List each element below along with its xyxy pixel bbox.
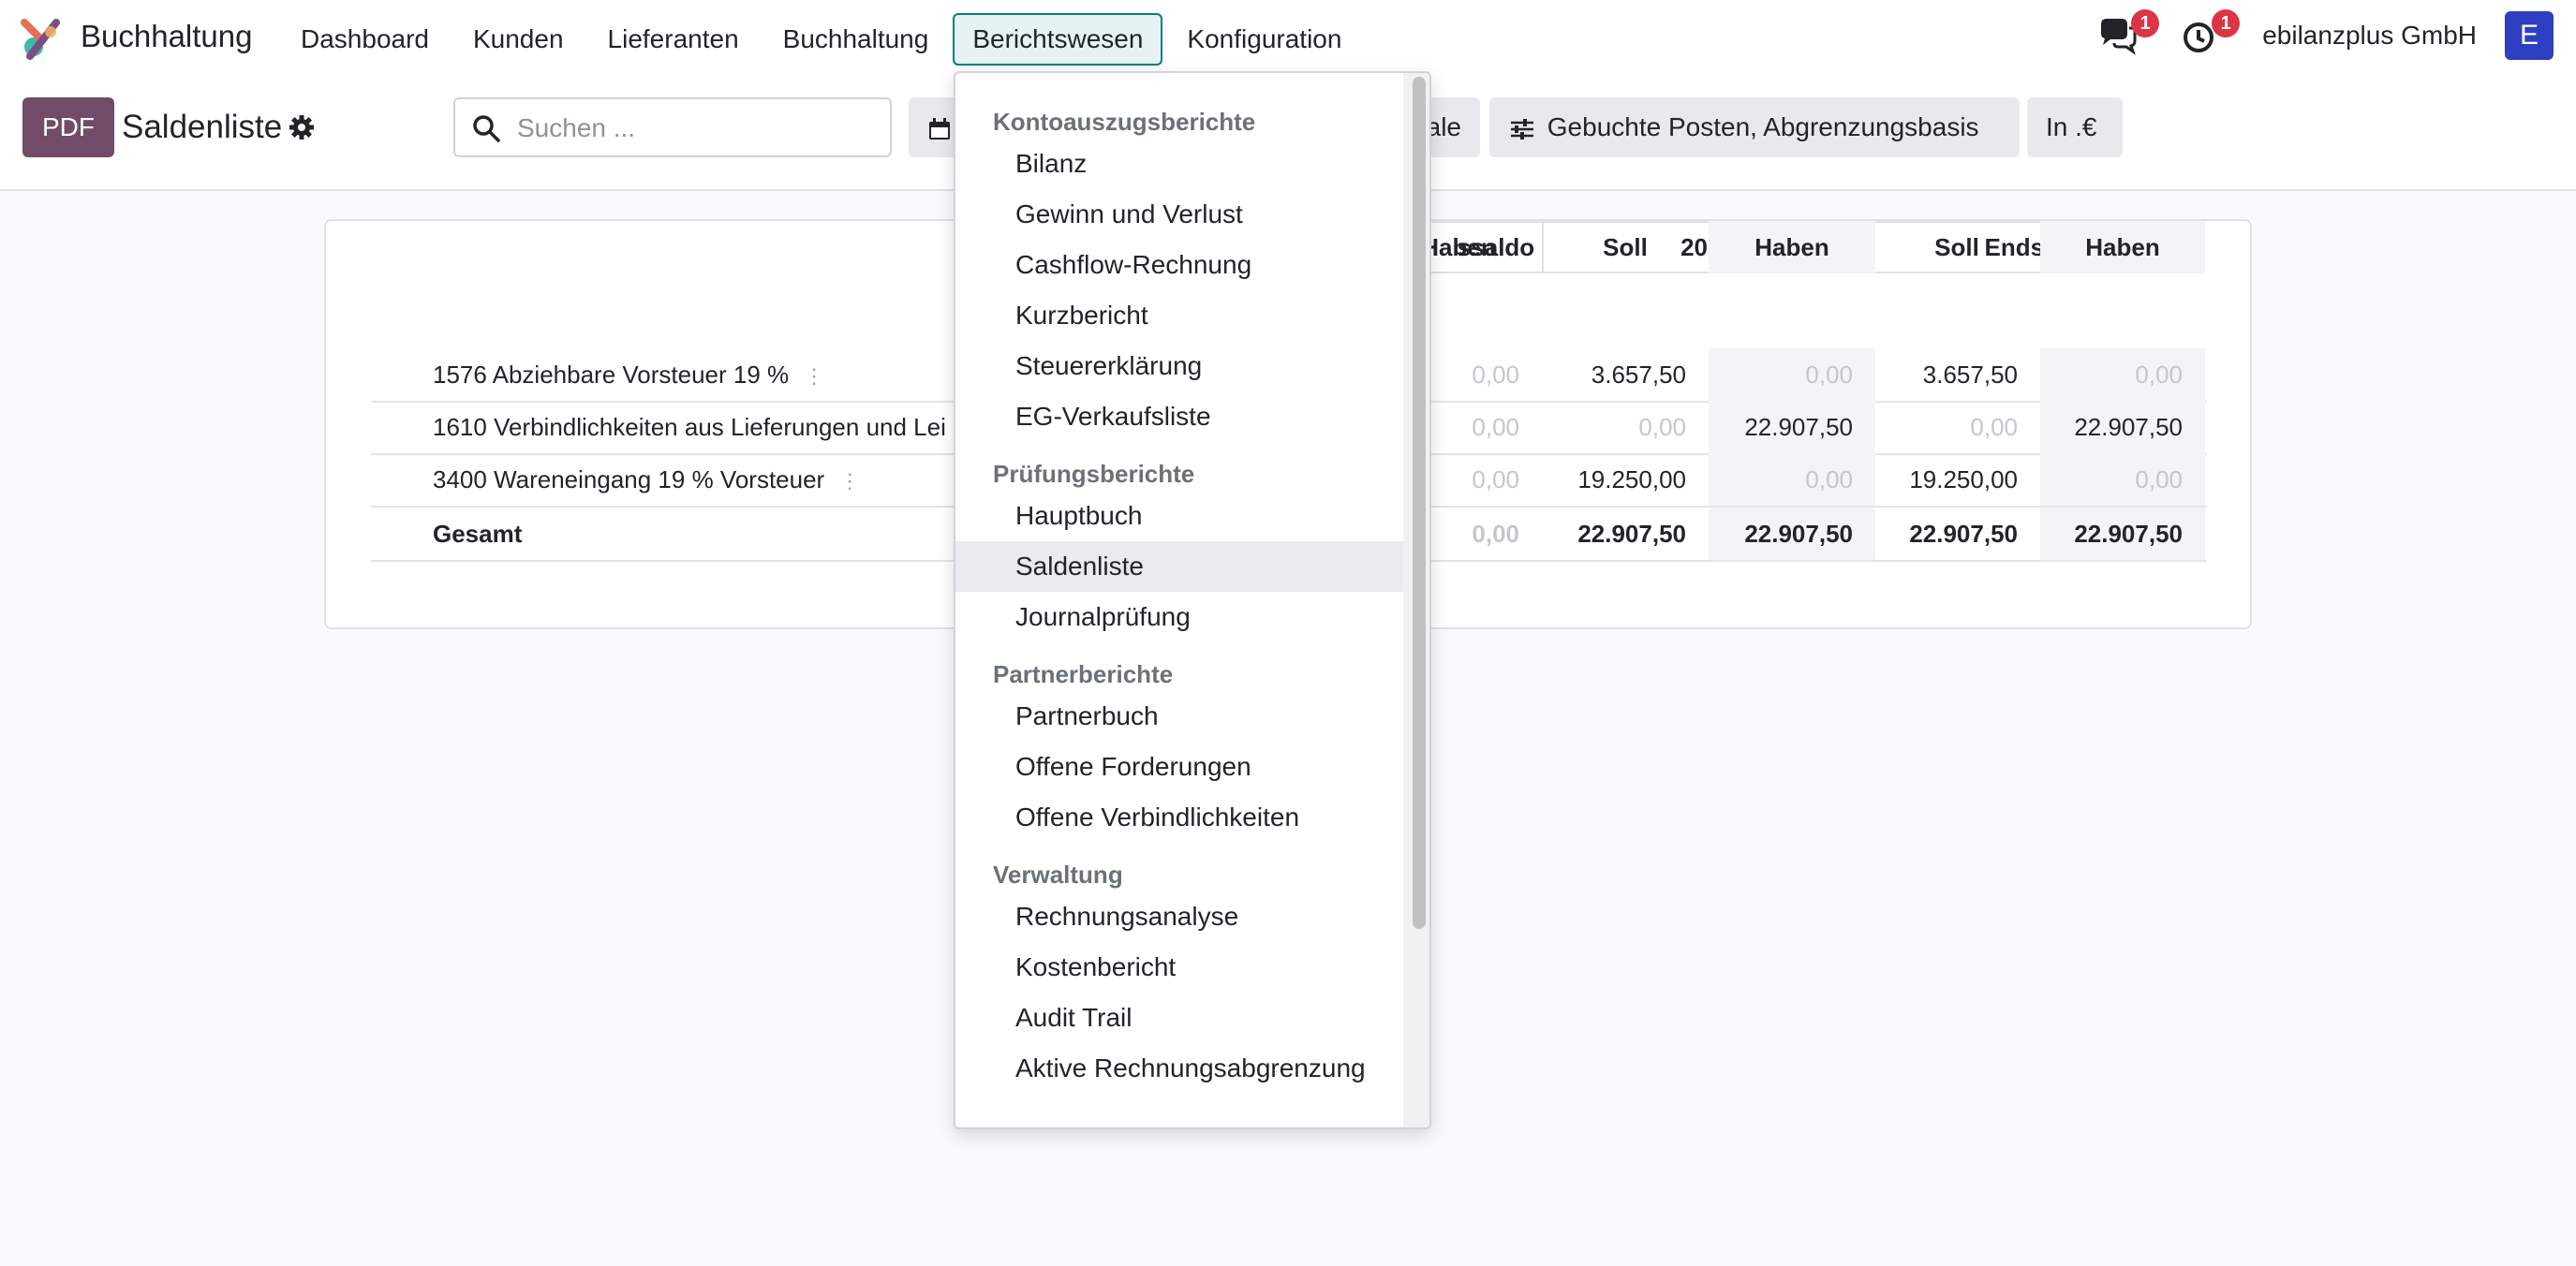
menu-buchhaltung[interactable]: Buchhaltung	[763, 13, 949, 66]
menu-item-journalpruefung[interactable]: Journalprüfung	[955, 592, 1403, 642]
navbar-systray: 1 1 ebilanzplus GmbH E	[2097, 9, 2554, 60]
user-avatar[interactable]: E	[2505, 11, 2554, 60]
total-cell: 22.907,50	[1709, 508, 1875, 560]
search-icon	[473, 115, 500, 142]
table-cell[interactable]: 3.657,50	[1873, 348, 2040, 401]
table-cell: 0,00	[1638, 413, 1686, 441]
section-header-statement-reports: Kontoauszugsberichte	[993, 108, 1256, 136]
subheader-soll: Soll	[1934, 233, 1979, 261]
search-input[interactable]	[515, 110, 875, 146]
currency-label: In .€	[2046, 112, 2097, 141]
menu-item-partnerbuch[interactable]: Partnerbuch	[955, 691, 1403, 742]
account-row-label[interactable]: 1576 Abziehbare Vorsteuer 19 % ⋮	[433, 348, 824, 403]
messages-button[interactable]: 1	[2097, 9, 2160, 56]
menu-item-bilanz[interactable]: Bilanz	[955, 139, 1403, 189]
total-row-label: Gesamt	[433, 520, 523, 548]
options-filter-label: Gebuchte Posten, Abgrenzungsbasis	[1547, 112, 1979, 141]
activities-button[interactable]: 1	[2178, 9, 2241, 56]
total-cell: 22.907,50	[2040, 508, 2205, 560]
table-cell: 0,00	[2040, 348, 2205, 401]
table-cell[interactable]: 22.907,50	[1709, 401, 1875, 453]
table-cell: 0,00	[1970, 413, 2018, 441]
subheader-soll: Soll	[1603, 233, 1648, 261]
menu-item-steuererklaerung[interactable]: Steuererklärung	[955, 341, 1403, 391]
activities-badge: 1	[2212, 9, 2241, 37]
menu-item-hauptbuch[interactable]: Hauptbuch	[955, 491, 1403, 541]
menu-item-gewinn-und-verlust[interactable]: Gewinn und Verlust	[955, 189, 1403, 240]
table-cell[interactable]: 19.250,00	[1542, 453, 1709, 506]
menu-item-offene-forderungen[interactable]: Offene Forderungen	[955, 742, 1403, 792]
pdf-button[interactable]: PDF	[22, 97, 114, 157]
total-cell: 22.907,50	[1577, 520, 1686, 548]
calendar-icon	[929, 117, 950, 140]
messages-badge: 1	[2131, 9, 2160, 37]
table-cell: 0,00	[1709, 453, 1875, 506]
account-row-label[interactable]: 3400 Wareneingang 19 % Vorsteuer ⋮	[433, 453, 860, 508]
journals-filter-label: ale	[1426, 112, 1461, 141]
options-filter-button[interactable]: Gebuchte Posten, Abgrenzungsbasis	[1489, 97, 2020, 157]
table-cell[interactable]: 19.250,00	[1873, 453, 2040, 506]
menu-item-kurzbericht[interactable]: Kurzbericht	[955, 290, 1403, 341]
table-cell: 0,00	[1709, 348, 1875, 401]
company-switcher[interactable]: ebilanzplus GmbH	[2262, 21, 2477, 51]
page-title: Saldenliste	[122, 109, 283, 145]
subheader-haben: Haben	[2040, 221, 2205, 273]
top-navbar: Buchhaltung Dashboard Kunden Lieferanten…	[0, 0, 2576, 79]
menu-berichtswesen[interactable]: Berichtswesen	[953, 13, 1163, 66]
menu-item-audit-trail[interactable]: Audit Trail	[955, 993, 1403, 1043]
menu-item-saldenliste[interactable]: Saldenliste	[955, 541, 1403, 592]
accounting-app-logo-icon[interactable]	[21, 19, 62, 60]
sliders-icon	[1511, 118, 1533, 140]
account-row-label[interactable]: 1610 Verbindlichkeiten aus Lieferungen u…	[433, 401, 946, 453]
menu-item-cashflow[interactable]: Cashflow-Rechnung	[955, 240, 1403, 290]
scrollbar-thumb[interactable]	[1413, 77, 1426, 929]
berichtswesen-dropdown-menu: Kontoauszugsberichte Bilanz Gewinn und V…	[954, 71, 1431, 1129]
menu-lieferanten[interactable]: Lieferanten	[588, 13, 759, 66]
table-cell[interactable]: 3.657,50	[1542, 348, 1709, 401]
gear-icon[interactable]	[289, 114, 315, 140]
section-header-audit-reports: Prüfungsberichte	[993, 460, 1195, 488]
menu-dashboard[interactable]: Dashboard	[281, 13, 449, 66]
menu-item-offene-verbindlichkeiten[interactable]: Offene Verbindlichkeiten	[955, 792, 1403, 843]
row-menu-icon[interactable]: ⋮	[839, 455, 860, 508]
section-header-partner-reports: Partnerberichte	[993, 660, 1174, 688]
menu-item-aktive-rechnungsabgrenzung[interactable]: Aktive Rechnungsabgrenzung	[955, 1043, 1403, 1094]
total-cell: 22.907,50	[1909, 520, 2018, 548]
currency-button[interactable]: In .€	[2027, 97, 2123, 157]
table-cell[interactable]: 22.907,50	[2040, 401, 2205, 453]
search-box[interactable]	[453, 97, 892, 157]
app-name[interactable]: Buchhaltung	[81, 19, 252, 54]
menu-konfiguration[interactable]: Konfiguration	[1167, 13, 1361, 66]
subheader-haben: Haben	[1709, 221, 1875, 273]
menu-item-eg-verkaufsliste[interactable]: EG-Verkaufsliste	[955, 391, 1403, 442]
menu-item-rechnungsanalyse[interactable]: Rechnungsanalyse	[955, 891, 1403, 942]
section-header-management: Verwaltung	[993, 861, 1123, 889]
menu-kunden[interactable]: Kunden	[453, 13, 584, 66]
main-menu: Dashboard Kunden Lieferanten Buchhaltung…	[281, 13, 1366, 66]
row-menu-icon[interactable]: ⋮	[804, 350, 824, 403]
table-cell: 0,00	[2040, 453, 2205, 506]
menu-item-kostenbericht[interactable]: Kostenbericht	[955, 942, 1403, 993]
